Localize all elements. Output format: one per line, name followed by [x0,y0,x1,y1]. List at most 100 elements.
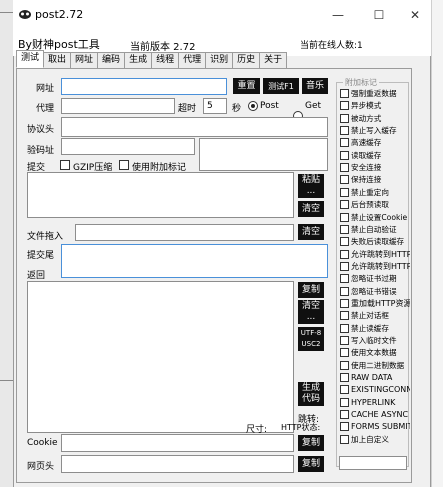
option-checkbox[interactable] [340,126,349,135]
option-checkbox[interactable] [340,311,349,320]
tab-url[interactable]: 网址 [70,52,99,68]
option-checkbox[interactable] [340,151,349,160]
option-checkbox[interactable] [340,336,349,345]
option-item[interactable]: 使用文本数据 [340,347,410,358]
option-item[interactable]: 被动方式 [340,113,410,124]
option-checkbox[interactable] [340,200,349,209]
option-item[interactable]: 忽略证书错误 [340,286,410,297]
music-button[interactable]: 音乐 [302,78,328,94]
option-checkbox[interactable] [340,410,349,419]
clear-response-button[interactable]: 清空 ... [298,300,324,324]
tab-thread[interactable]: 线程 [151,52,180,68]
option-item[interactable]: 禁止重定向 [340,187,410,198]
option-item[interactable]: 强制重返数据 [340,88,410,99]
option-item[interactable]: 读取缓存 [340,150,410,161]
tab-about[interactable]: 关于 [259,52,288,68]
option-item[interactable]: 允许跳转到HTTPS [340,261,410,272]
option-checkbox[interactable] [340,274,349,283]
post-radio[interactable] [248,101,258,111]
submit-body-textarea[interactable] [27,172,294,218]
option-item[interactable]: 允许跳转到HTTP [340,249,410,260]
proxy-input[interactable] [61,98,175,114]
option-item[interactable]: 禁止对话框 [340,310,410,321]
option-checkbox[interactable] [340,262,349,271]
tab-test[interactable]: 测试 [16,50,45,68]
tab-history[interactable]: 历史 [232,52,261,68]
attach-mark-checkbox[interactable] [119,160,129,170]
url-input[interactable] [61,78,227,95]
option-item[interactable]: 重加载HTTP资源 [340,298,410,309]
option-checkbox[interactable] [340,348,349,357]
option-checkbox[interactable] [340,101,349,110]
minimize-button[interactable]: — [327,4,349,26]
option-item[interactable]: HYPERLINK [340,397,410,408]
option-checkbox[interactable] [340,237,349,246]
response-textarea[interactable] [27,281,294,433]
option-label: 禁止自动验证 [351,225,397,234]
option-item[interactable]: EXISTINGCONNEC [340,384,410,395]
option-item[interactable]: RAW DATA [340,372,410,383]
gzip-checkbox[interactable] [60,160,70,170]
option-item[interactable]: 安全连接 [340,162,410,173]
copy-cookie-button[interactable]: 复制 [298,435,324,451]
encoding-toggle-button[interactable]: UTF-8 USC2 [298,327,324,351]
option-checkbox[interactable] [340,163,349,172]
submit-tail-input[interactable] [61,244,328,278]
protocol-header-input[interactable] [61,117,328,137]
option-item[interactable]: 加上自定义 [340,434,410,445]
option-checkbox[interactable] [340,361,349,370]
option-item[interactable]: 禁止读缓存 [340,323,410,334]
option-checkbox[interactable] [340,422,349,431]
paste-button[interactable]: 粘贴 ... [298,174,324,198]
clear-submit-button[interactable]: 清空 [298,201,324,217]
option-item[interactable]: 禁止设置Cookie [340,212,410,223]
copy-response-button[interactable]: 复制 [298,282,324,298]
tab-generate[interactable]: 生成 [124,52,153,68]
option-item[interactable]: 高速缓存 [340,137,410,148]
option-item[interactable]: 失败后读取缓存 [340,236,410,247]
option-checkbox[interactable] [340,188,349,197]
option-item[interactable]: 保持连接 [340,174,410,185]
tab-encoding[interactable]: 编码 [97,52,126,68]
file-drop-input[interactable] [75,224,294,241]
tab-recognize[interactable]: 识别 [205,52,234,68]
option-checkbox[interactable] [340,324,349,333]
option-checkbox[interactable] [340,225,349,234]
option-checkbox[interactable] [340,287,349,296]
option-checkbox[interactable] [340,299,349,308]
option-checkbox[interactable] [340,435,349,444]
option-checkbox[interactable] [340,138,349,147]
close-button[interactable]: ✕ [404,4,426,26]
tab-proxy[interactable]: 代理 [178,52,207,68]
webpage-header-input[interactable] [61,455,294,473]
option-item[interactable]: 禁止自动验证 [340,224,410,235]
option-item[interactable]: 禁止写入缓存 [340,125,410,136]
option-item[interactable]: 写入临时文件 [340,335,410,346]
copy-webpage-header-button[interactable]: 复制 [298,456,324,472]
option-item[interactable]: 使用二进制数据 [340,360,410,371]
option-checkbox[interactable] [340,114,349,123]
test-f1-button[interactable]: 测试F1 [263,78,299,94]
option-checkbox[interactable] [340,250,349,259]
option-checkbox[interactable] [340,175,349,184]
timeout-stepper[interactable]: 5 [203,98,227,114]
option-item[interactable]: FORMS SUBMIT [340,421,410,432]
option-item[interactable]: 忽略证书过期 [340,273,410,284]
captcha-url-input[interactable] [61,138,195,155]
option-checkbox[interactable] [340,89,349,98]
option-item[interactable]: CACHE ASYNC [340,409,410,420]
option-item[interactable]: 异步模式 [340,100,410,111]
maximize-button[interactable]: ☐ [368,4,390,26]
option-checkbox[interactable] [340,213,349,222]
option-checkbox[interactable] [340,385,349,394]
option-checkbox[interactable] [340,398,349,407]
clear-file-button[interactable]: 清空 [298,224,324,240]
reset-button[interactable]: 重置 [233,78,260,94]
cookie-input[interactable] [61,434,294,452]
option-checkbox[interactable] [340,373,349,382]
generate-code-button[interactable]: 生成 代码 [298,382,324,406]
tab-extract[interactable]: 取出 [43,52,72,68]
get-radio-label: Get [305,101,322,111]
option-item[interactable]: 后台预读取 [340,199,410,210]
custom-mark-input[interactable] [339,456,407,470]
